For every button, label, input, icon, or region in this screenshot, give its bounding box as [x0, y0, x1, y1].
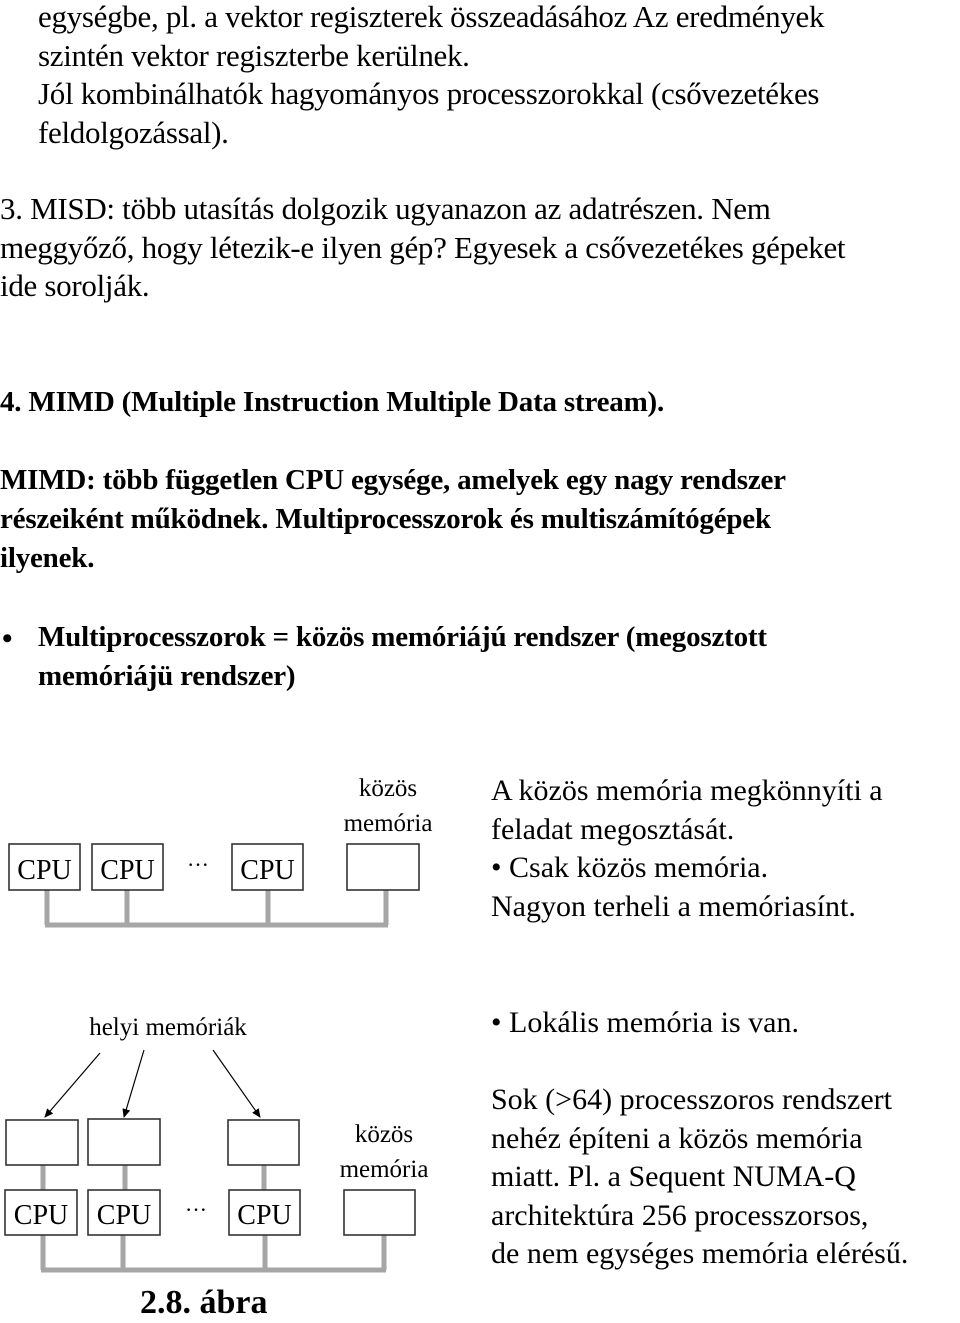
local-memory-box	[227, 1119, 300, 1166]
local-memory-note: • Lokális memória is van.	[491, 1006, 799, 1039]
arrow-icon	[44, 1052, 101, 1118]
numa-notes: Sok (>64) processzoros rendszert nehéz é…	[491, 1081, 908, 1274]
shared-memory-label: memória	[344, 810, 433, 837]
note-line: de nem egységes memória elérésű.	[491, 1237, 909, 1270]
note-line: A közös memória megkönnyíti a	[491, 774, 883, 807]
shared-memory-label: memória	[340, 1156, 429, 1183]
numa-diagram: helyi memóriák CPU CPU CPU ··· közös mem…	[4, 1014, 429, 1273]
cpu-label: CPU	[240, 855, 294, 886]
shared-memory-notes: A közös memória megkönnyíti a feladat me…	[491, 772, 883, 926]
note-line: • Csak közös memória.	[491, 851, 769, 884]
shared-memory-label: közös	[355, 1121, 413, 1148]
note-line: feladat megosztását.	[491, 812, 735, 846]
figure-caption: 2.8. ábra	[140, 1284, 268, 1321]
shared-memory-box	[343, 1189, 416, 1236]
shared-memory-label: közös	[359, 775, 417, 802]
shared-memory-diagram: CPU CPU CPU ··· közös memória	[8, 775, 433, 928]
note-line: miatt. Pl. a Sequent NUMA-Q	[491, 1160, 856, 1193]
local-memory-box	[87, 1118, 161, 1166]
note-line: architektúra 256 processzorsos,	[491, 1198, 869, 1232]
cpu-label: CPU	[237, 1200, 291, 1231]
note-line: Sok (>64) processzoros rendszert	[491, 1083, 892, 1116]
arrow-icon	[212, 1049, 261, 1118]
cpu-label: CPU	[97, 1200, 151, 1231]
local-memories-label: helyi memóriák	[89, 1014, 247, 1041]
ellipsis: ···	[185, 1197, 207, 1222]
ellipsis: ···	[187, 852, 209, 877]
note-line: nehéz építeni a közös memória	[491, 1121, 863, 1155]
cpu-label: CPU	[100, 855, 154, 886]
shared-memory-box	[346, 843, 420, 891]
local-memory-box	[5, 1119, 79, 1166]
cpu-label: CPU	[17, 855, 71, 886]
note-line: Nagyon terheli a memóriasínt.	[491, 889, 856, 923]
cpu-label: CPU	[14, 1200, 68, 1231]
arrow-icon	[122, 1049, 145, 1118]
memory-bus	[44, 890, 389, 928]
